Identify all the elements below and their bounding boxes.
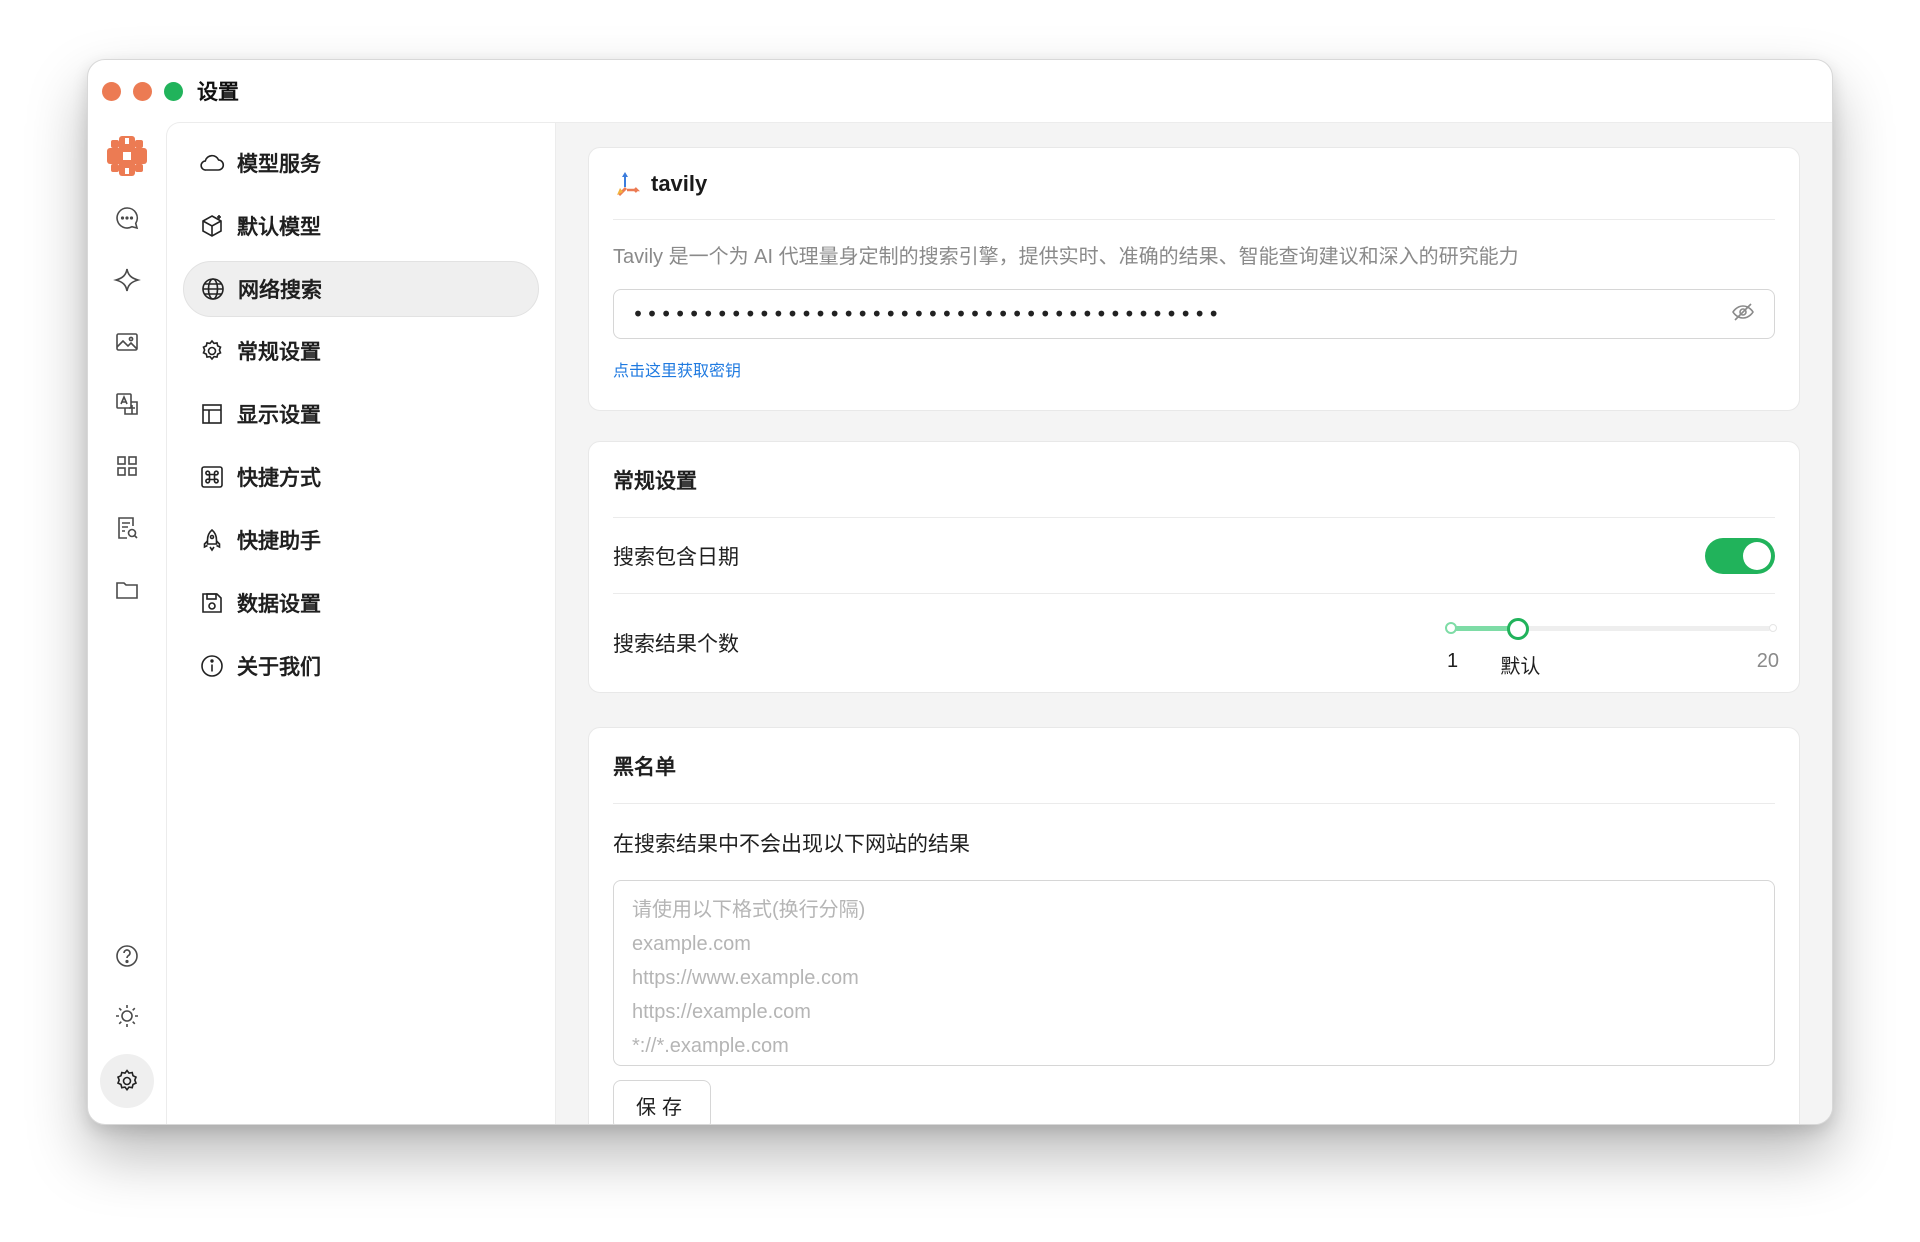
folder-icon[interactable] — [105, 568, 149, 612]
nav-item-label: 数据设置 — [237, 593, 321, 616]
nav-item-data-settings[interactable]: 数据设置 — [183, 575, 539, 631]
app-logo-icon[interactable] — [105, 134, 149, 178]
help-icon[interactable] — [105, 934, 149, 978]
placeholder-line: example.com — [632, 933, 751, 955]
include-date-label: 搜索包含日期 — [613, 545, 739, 569]
nav-item-label: 常规设置 — [237, 341, 321, 364]
nav-item-label: 网络搜索 — [238, 279, 322, 302]
cube-icon — [202, 215, 222, 237]
rail-bottom-group — [88, 918, 166, 1108]
general-settings-title: 常规设置 — [613, 442, 1775, 518]
icon-rail — [88, 122, 166, 1124]
sun-icon[interactable] — [105, 994, 149, 1038]
zoom-window-button[interactable] — [164, 81, 183, 101]
globe-icon — [202, 278, 224, 300]
save-button[interactable]: 保存 — [613, 1080, 711, 1124]
slider-max-label: 20 — [1756, 650, 1779, 672]
nav-item-display-settings[interactable]: 显示设置 — [183, 386, 539, 442]
info-icon — [201, 655, 223, 677]
result-count-slider[interactable]: 1 默认 20 — [1445, 616, 1779, 678]
nav-item-shortcuts[interactable]: 快捷方式 — [183, 449, 539, 505]
minimize-window-button[interactable] — [133, 81, 152, 101]
provider-card: tavily Tavily 是一个为 AI 代理量身定制的搜索引擎，提供实时、准… — [588, 147, 1800, 411]
placeholder-line: https://www.example.com — [632, 967, 859, 989]
settings-window: 设置 模型服务 默认模型 网络搜索 常规设置 显示设置 快捷方式 快捷助手 数据… — [87, 59, 1833, 1125]
settings-nav: 模型服务 默认模型 网络搜索 常规设置 显示设置 快捷方式 快捷助手 数据设置 — [166, 122, 556, 1124]
gear-icon — [202, 339, 222, 361]
nav-item-label: 显示设置 — [237, 404, 321, 427]
blacklist-description: 在搜索结果中不会出现以下网站的结果 — [613, 833, 970, 856]
placeholder-line: https://example.com — [632, 1001, 811, 1023]
image-icon[interactable] — [105, 320, 149, 364]
window-controls — [102, 81, 183, 101]
api-key-input[interactable]: ••••••••••••••••••••••••••••••••••••••••… — [613, 289, 1775, 339]
provider-header: tavily — [613, 148, 1775, 220]
document-search-icon[interactable] — [105, 506, 149, 550]
api-key-value: ••••••••••••••••••••••••••••••••••••••••… — [632, 302, 1222, 326]
close-window-button[interactable] — [102, 81, 121, 101]
slider-max-dot — [1769, 624, 1777, 632]
nav-item-default-model[interactable]: 默认模型 — [183, 198, 539, 254]
provider-description: Tavily 是一个为 AI 代理量身定制的搜索引擎，提供实时、准确的结果、智能… — [613, 246, 1519, 268]
tavily-logo-icon — [617, 171, 641, 196]
main-content: tavily Tavily 是一个为 AI 代理量身定制的搜索引擎，提供实时、准… — [556, 122, 1832, 1124]
command-icon — [201, 466, 223, 488]
settings-gear-icon[interactable] — [100, 1054, 154, 1108]
general-settings-card: 常规设置 搜索包含日期 搜索结果个数 1 默认 20 — [588, 441, 1800, 693]
rocket-icon — [203, 528, 221, 552]
title-bar: 设置 — [88, 60, 1832, 122]
nav-item-label: 关于我们 — [237, 656, 321, 679]
slider-min-dot — [1445, 622, 1457, 634]
nav-item-quick-assistant[interactable]: 快捷助手 — [183, 512, 539, 568]
sparkle-icon[interactable] — [105, 258, 149, 302]
blacklist-textarea[interactable]: 请使用以下格式(换行分隔) example.com https://www.ex… — [613, 880, 1775, 1066]
result-count-row: 搜索结果个数 1 默认 20 — [613, 594, 1779, 692]
translate-icon[interactable] — [105, 382, 149, 426]
blacklist-card: 黑名单 在搜索结果中不会出现以下网站的结果 请使用以下格式(换行分隔) exam… — [588, 727, 1800, 1124]
chat-icon[interactable] — [105, 196, 149, 240]
nav-item-model-service[interactable]: 模型服务 — [183, 135, 539, 191]
nav-item-general-settings[interactable]: 常规设置 — [183, 323, 539, 379]
result-count-label: 搜索结果个数 — [613, 633, 739, 656]
window-title: 设置 — [197, 81, 239, 104]
eye-off-icon[interactable] — [1730, 299, 1756, 330]
placeholder-line: 请使用以下格式(换行分隔) — [632, 899, 866, 921]
layout-icon — [202, 404, 222, 424]
nav-item-label: 快捷助手 — [237, 530, 321, 553]
slider-default-label: 默认 — [1500, 656, 1541, 678]
placeholder-line: *://*.example.com — [632, 1035, 789, 1057]
blacklist-title: 黑名单 — [613, 728, 1775, 804]
nav-item-about[interactable]: 关于我们 — [183, 638, 539, 694]
get-api-key-link[interactable]: 点击这里获取密钥 — [613, 357, 1775, 381]
save-icon — [202, 593, 222, 613]
nav-item-label: 默认模型 — [237, 216, 321, 239]
apps-grid-icon[interactable] — [105, 444, 149, 488]
include-date-toggle[interactable] — [1705, 537, 1775, 574]
nav-item-label: 模型服务 — [237, 153, 321, 176]
slider-thumb[interactable] — [1507, 618, 1530, 640]
nav-item-web-search[interactable]: 网络搜索 — [183, 261, 539, 317]
nav-item-label: 快捷方式 — [237, 467, 321, 490]
slider-min-label: 1 — [1447, 650, 1459, 672]
include-date-row: 搜索包含日期 — [613, 518, 1775, 594]
provider-name: tavily — [651, 170, 708, 196]
cloud-icon — [200, 154, 225, 171]
